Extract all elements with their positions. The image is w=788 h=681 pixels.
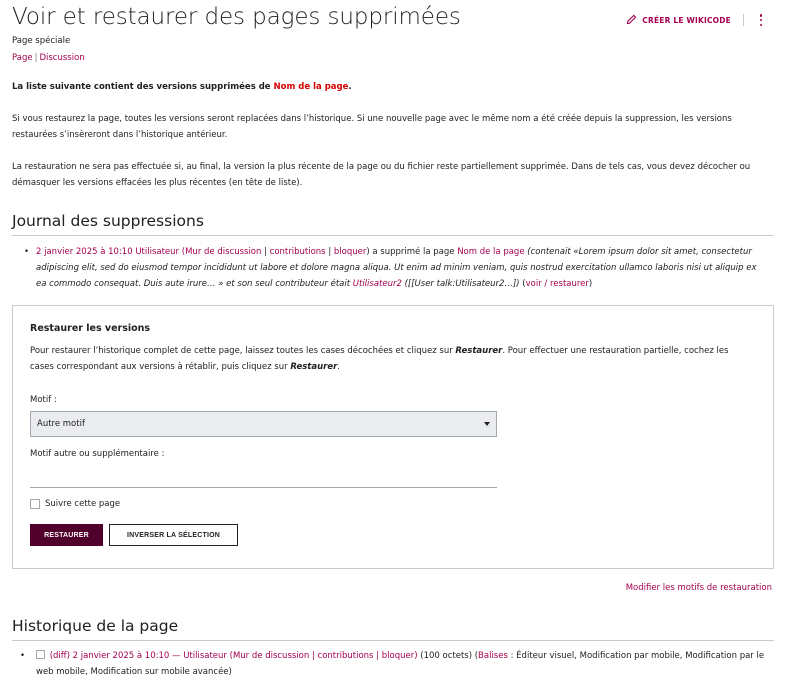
other-reason-label: Motif autre ou supplémentaire : [30, 449, 165, 459]
list-bullet: • [20, 651, 26, 661]
invert-selection-button[interactable]: Inverser la sélection [109, 524, 238, 546]
desc-emphasis: Restaurer [455, 346, 503, 356]
separator: | [309, 651, 318, 661]
watch-page-option[interactable]: Suivre cette page [30, 499, 120, 509]
deletion-log-heading: Journal des suppressions [12, 212, 774, 236]
deletion-log-entry: • 2 janvier 2025 à 10:10 Utilisateur (Mu… [24, 244, 768, 292]
desc-text: . [337, 362, 340, 372]
tab-discussion[interactable]: Discussion [39, 53, 84, 63]
intro-text: La liste suivante contient des versions … [12, 82, 274, 92]
diff-link[interactable]: (diff) [50, 651, 70, 661]
restore-button[interactable]: Restaurer [30, 524, 103, 546]
separator: | [325, 247, 334, 257]
paren: ) [588, 279, 593, 289]
tags-link[interactable]: Balises [478, 651, 508, 661]
page-subtitle: Page spéciale [12, 36, 71, 46]
revision-size: (100 octets) ( [417, 651, 479, 661]
user-talk-link[interactable]: Mur de discussion [233, 651, 309, 661]
create-wikicode-label: Créer le wikicode [642, 15, 731, 25]
tab-separator: | [34, 53, 38, 63]
revision-checkbox[interactable] [36, 650, 45, 659]
desc-emphasis: Restaurer [290, 362, 338, 372]
desc-text: Pour restaurer l’historique complet de c… [30, 346, 456, 356]
restore-form: Restaurer les versions Pour restaurer l’… [12, 305, 774, 569]
page-history-heading: Historique de la page [12, 617, 774, 641]
user-contribs-link[interactable]: contributions [270, 247, 326, 257]
chevron-down-icon [484, 422, 490, 426]
user-block-link[interactable]: bloquer [382, 651, 414, 661]
intro-restore-explanation: Si vous restaurez la page, toutes les ve… [12, 114, 732, 140]
log-page-link[interactable]: Nom de la page [457, 247, 524, 257]
restore-form-description: Pour restaurer l’historique complet de c… [30, 343, 755, 375]
action-divider [743, 14, 744, 26]
namespace-tabs: Page | Discussion [12, 53, 85, 63]
restore-form-title: Restaurer les versions [30, 323, 151, 334]
separator: | [261, 247, 270, 257]
reason-selected-value: Autre motif [37, 419, 85, 429]
other-reason-input[interactable] [30, 487, 497, 488]
history-entry: • (diff) 2 janvier 2025 à 10:10 — Utilis… [20, 648, 771, 680]
user-block-link[interactable]: bloquer [334, 247, 366, 257]
log-action-text: ) a supprimé la page [366, 247, 458, 257]
tab-page[interactable]: Page [12, 53, 33, 63]
create-wikicode-button[interactable]: Créer le wikicode [626, 14, 731, 27]
log-timestamp-user-link[interactable]: 2 janvier 2025 à 10:10 Utilisateur [36, 247, 179, 257]
user-talk-link[interactable]: Mur de discussion [185, 247, 261, 257]
view-restore-link[interactable]: voir / restaurer [526, 279, 589, 289]
watch-page-checkbox[interactable] [30, 499, 40, 509]
page-actions: Créer le wikicode [626, 13, 766, 27]
list-bullet: • [24, 247, 30, 257]
page-title: Voir et restaurer des pages supprimées [12, 4, 461, 30]
log-comment-end: ([[User talk:Utilisateur2…]) [401, 279, 520, 289]
watch-page-label: Suivre cette page [45, 499, 121, 509]
user-contribs-link[interactable]: contributions [318, 651, 374, 661]
dash: — [169, 651, 184, 661]
more-options-icon[interactable] [756, 13, 766, 27]
revision-user-link[interactable]: Utilisateur [183, 651, 227, 661]
intro-period: . [348, 82, 352, 92]
separator: | [373, 651, 382, 661]
modify-restore-reasons-link[interactable]: Modifier les motifs de restauration [626, 583, 772, 593]
pencil-icon [626, 14, 637, 27]
log-contributor-link[interactable]: Utilisateur2 [353, 279, 402, 289]
intro-deleted-versions: La liste suivante contient des versions … [12, 79, 764, 95]
deleted-page-link[interactable]: Nom de la page [274, 82, 349, 92]
reason-label: Motif : [30, 395, 57, 405]
intro-partial-warning: La restauration ne sera pas effectuée si… [12, 162, 751, 188]
reason-dropdown[interactable]: Autre motif [30, 411, 497, 437]
revision-timestamp-link[interactable]: 2 janvier 2025 à 10:10 [70, 651, 170, 661]
